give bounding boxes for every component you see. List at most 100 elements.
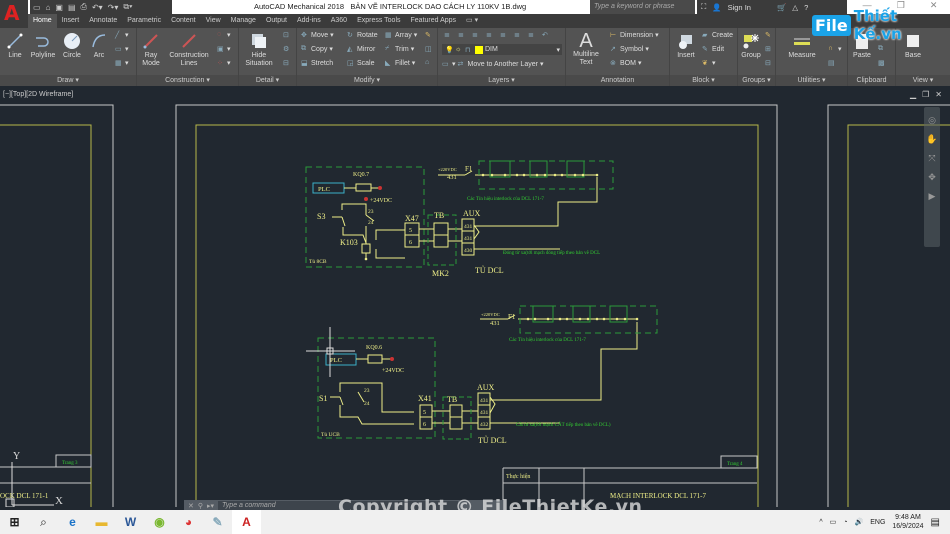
modify-extra-2[interactable]: ◫ [425,45,433,53]
help-button[interactable]: ? [804,3,808,12]
zoom-extents-icon[interactable]: ⤧ [928,153,935,164]
modify-panel-label[interactable]: Modify ▾ [297,75,437,86]
open-icon[interactable]: ⌂ [46,3,51,12]
view-panel-label[interactable]: View ▾ [896,75,950,86]
layer-iso-icon[interactable]: ≣ [472,31,480,39]
chevron-up-icon[interactable]: ^ [819,519,822,526]
volume-icon[interactable]: 🔊 [855,518,864,526]
search-input[interactable]: Type a keyword or phrase [590,0,695,14]
group-tool[interactable]: Group [739,32,763,60]
new-icon[interactable]: ▭ [33,3,41,12]
stretch-tool[interactable]: ⬓ Stretch [301,59,333,68]
create-block-tool[interactable]: ▰ Create [702,31,733,40]
cart-icon[interactable]: 🛒 [777,3,786,12]
scale-tool[interactable]: ◲ Scale [347,59,375,68]
trim-tool[interactable]: ⌿ Trim ▾ [385,45,414,53]
utilities-panel-label[interactable]: Utilities ▾ [776,75,847,86]
construction-rect[interactable]: ▣ ▾ [217,45,231,53]
undo-icon[interactable]: ↶▾ [92,3,103,12]
group-ungroup[interactable]: ⊟ [765,59,773,67]
annotation-panel-label[interactable]: Annotation [566,75,669,86]
save-icon[interactable]: ▣ [55,3,63,12]
tab-home[interactable]: Home [28,14,57,28]
word-icon[interactable]: W [116,510,145,534]
copy-tool[interactable]: ⧉ Copy ▾ [301,45,333,53]
binoculars-icon[interactable]: ⛶ [701,2,706,12]
layer-prev-icon[interactable]: ↶ [542,31,550,39]
start-button[interactable]: ⊞ [0,510,29,534]
bom-tool[interactable]: ⊗ BOM ▾ [610,59,641,68]
layer-state-icon[interactable]: ≣ [458,31,466,39]
modify-extra-3[interactable]: ⌂ [425,59,433,67]
tab-view[interactable]: View [201,14,226,28]
file-explorer-icon[interactable]: ▬ [87,510,116,534]
tab-extra-dropdown[interactable]: ▭ ▾ [461,14,483,28]
tab-insert[interactable]: Insert [57,14,85,28]
battery-icon[interactable]: ▭ [830,518,837,526]
construction-panel-label[interactable]: Construction ▾ [137,75,238,86]
draw-panel-label[interactable]: Draw ▾ [0,75,136,86]
redo-icon[interactable]: ↷▾ [108,3,119,12]
hatch-tool[interactable]: ▦ ▾ [115,59,129,67]
layer-lock-icon[interactable]: ≣ [514,31,522,39]
language-indicator[interactable]: ENG [870,519,885,526]
modify-extra-1[interactable]: ✎ [425,31,433,39]
layers-panel-label[interactable]: Layers ▾ [438,75,565,86]
layer-match-icon[interactable]: ≣ [528,31,536,39]
detail-tool-2[interactable]: ⚙ [283,45,291,53]
dimension-tool[interactable]: ⊢ Dimension ▾ [610,31,659,40]
drawing-viewport[interactable]: [−][Top][2D Wireframe] ▁ ❐ ✕ Trang 3 OCK… [0,87,950,507]
autocad-taskbar-icon[interactable]: A [232,510,261,534]
line-tool[interactable]: Line [4,32,26,60]
tab-manage[interactable]: Manage [226,14,261,28]
command-close-icon[interactable]: ✕ [188,502,194,510]
block-attr-tool[interactable]: ❦ ▾ [702,59,716,67]
move-to-another-layer[interactable]: ▭ ▾ ⇄ Move to Another Layer ▾ [442,60,543,69]
workspace-icon[interactable]: ⧉▾ [123,2,132,12]
browser-icon[interactable]: ◉ [145,510,174,534]
wifi-icon[interactable]: ◔ [843,519,847,526]
pan-icon[interactable]: ✋ [926,134,937,145]
layer-dropdown[interactable]: 💡 ☼ ⊓ DIM ▾ [442,44,562,55]
symbol-tool[interactable]: ↗ Symbol ▾ [610,45,649,54]
clock[interactable]: 9:48 AM 16/9/2024 [892,513,923,531]
edge-icon[interactable]: e [58,510,87,534]
layer-freeze-icon[interactable]: ≣ [500,31,508,39]
orbit-icon[interactable]: ✥ [928,172,936,183]
construction-lines-tool[interactable]: Construction Lines [167,32,211,68]
calculator[interactable]: ▤ [828,59,836,67]
sign-in-button[interactable]: Sign In [728,3,751,12]
array-tool[interactable]: ▦ Array ▾ [385,31,417,40]
rectangle-tool[interactable]: ▭ ▾ [115,45,129,53]
detail-panel-label[interactable]: Detail ▾ [239,75,296,86]
clipboard-panel-label[interactable]: Clipboard [848,75,895,86]
tab-parametric[interactable]: Parametric [122,14,166,28]
group-select[interactable]: ⊞ [765,45,773,53]
arc-tool[interactable]: Arc [88,32,110,60]
move-tool[interactable]: ✥ Move ▾ [301,31,334,40]
rotate-tool[interactable]: ↻ Rotate [347,31,378,40]
tab-express-tools[interactable]: Express Tools [352,14,405,28]
multiline-text-tool[interactable]: A Multiline Text [568,31,604,67]
tab-add-ins[interactable]: Add-ins [292,14,326,28]
detail-tool-1[interactable]: ⊡ [283,31,291,39]
quick-select[interactable]: ∩ ▾ [828,45,842,53]
print-icon[interactable]: ⎙ [81,2,87,12]
detail-tool-3[interactable]: ⊟ [283,59,291,67]
fillet-tool[interactable]: ◣ Fillet ▾ [385,59,415,68]
tab-featured-apps[interactable]: Featured Apps [406,14,462,28]
ray-mode-tool[interactable]: Ray Mode [139,32,163,68]
construction-more[interactable]: ⁘ ▾ [217,59,231,67]
showmotion-icon[interactable]: ▶ [929,191,936,202]
chrome-icon[interactable]: ◕ [174,510,203,534]
command-settings-icon[interactable]: ⚲ [198,502,203,510]
group-edit[interactable]: ✎ [765,31,773,39]
polyline-tool[interactable]: Polyline [28,32,58,60]
match-props[interactable]: ▩ [878,59,886,67]
tab-content[interactable]: Content [166,14,201,28]
insert-block-tool[interactable]: Insert [672,32,700,60]
tab-a360[interactable]: A360 [326,14,352,28]
steering-wheel-icon[interactable]: ◎ [928,115,936,126]
edit-block-tool[interactable]: ✎ Edit [702,45,724,54]
block-panel-label[interactable]: Block ▾ [670,75,737,86]
